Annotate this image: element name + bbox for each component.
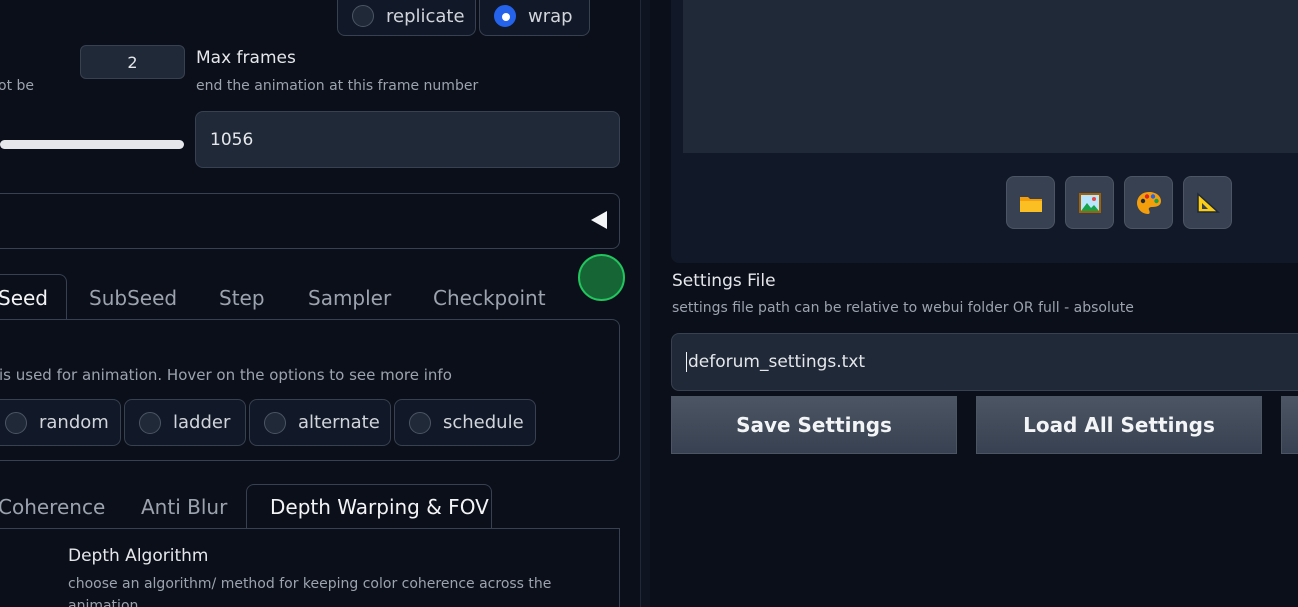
- settings-file-label: Settings File: [672, 271, 776, 291]
- send-to-img2img-button[interactable]: [1065, 176, 1114, 229]
- text-cursor: [686, 352, 687, 372]
- image-icon: [1078, 192, 1101, 213]
- tab-seed[interactable]: Seed: [0, 286, 48, 310]
- radio-replicate-label: replicate: [386, 5, 465, 27]
- radio-ladder-dot[interactable]: [139, 411, 161, 434]
- seed-steps-description: ot be: [0, 78, 35, 94]
- radio-ladder[interactable]: ladder: [124, 399, 246, 446]
- max-frames-description: end the animation at this frame number: [196, 78, 479, 94]
- settings-file-value: deforum_settings.txt: [688, 352, 866, 372]
- radio-schedule-label: schedule: [443, 412, 524, 433]
- settings-file-input[interactable]: deforum_settings.txt: [671, 333, 1298, 391]
- tab-depth-warping[interactable]: Depth Warping & FOV: [270, 495, 489, 519]
- radio-ladder-label: ladder: [173, 412, 231, 433]
- tab-sampler[interactable]: Sampler: [308, 286, 391, 310]
- radio-wrap[interactable]: wrap: [479, 0, 590, 36]
- radio-random-label: random: [39, 412, 109, 433]
- radio-schedule[interactable]: schedule: [394, 399, 536, 446]
- radio-alternate[interactable]: alternate: [249, 399, 391, 446]
- palette-icon: [1136, 191, 1161, 214]
- radio-replicate-dot[interactable]: [352, 5, 374, 27]
- seed-steps-slider[interactable]: [0, 140, 184, 149]
- radio-wrap-label: wrap: [528, 5, 573, 27]
- max-frames-label: Max frames: [196, 48, 296, 68]
- radio-schedule-dot[interactable]: [409, 411, 431, 434]
- radio-wrap-dot[interactable]: [494, 5, 516, 27]
- settings-file-description: settings file path can be relative to we…: [672, 300, 1134, 316]
- send-to-inpaint-button[interactable]: [1124, 176, 1173, 229]
- radio-alternate-dot[interactable]: [264, 411, 286, 434]
- tab-anti-blur[interactable]: Anti Blur: [141, 495, 227, 519]
- open-folder-button[interactable]: [1006, 176, 1055, 229]
- status-indicator: [578, 254, 625, 301]
- left-column: replicate wrap 2 ot be Max frames end th…: [0, 0, 640, 607]
- output-gallery: [683, 0, 1298, 153]
- load-all-settings-button[interactable]: Load All Settings: [976, 396, 1262, 454]
- radio-replicate[interactable]: replicate: [337, 0, 476, 36]
- column-divider: [640, 0, 650, 607]
- tab-step[interactable]: Step: [219, 286, 265, 310]
- send-to-extras-button[interactable]: [1183, 176, 1232, 229]
- depth-algorithm-description-cont: animation: [68, 598, 139, 607]
- depth-algorithm-label: Depth Algorithm: [68, 546, 209, 566]
- collapse-triangle-icon[interactable]: [591, 211, 607, 229]
- max-frames-input[interactable]: 1056: [195, 111, 620, 168]
- collapsible-section[interactable]: [0, 193, 620, 249]
- save-settings-button[interactable]: Save Settings: [671, 396, 957, 454]
- seed-steps-input[interactable]: 2: [80, 45, 185, 79]
- folder-icon: [1019, 196, 1042, 212]
- tab-subseed[interactable]: SubSeed: [89, 286, 177, 310]
- tab-coherence[interactable]: Coherence: [0, 495, 105, 519]
- tab-checkpoint[interactable]: Checkpoint: [433, 286, 546, 310]
- seed-behavior-description: is used for animation. Hover on the opti…: [0, 366, 452, 384]
- depth-algorithm-description: choose an algorithm/ method for keeping …: [68, 576, 552, 592]
- depth-panel: [0, 528, 620, 607]
- radio-random-dot[interactable]: [5, 411, 27, 434]
- radio-random[interactable]: random: [0, 399, 121, 446]
- radio-alternate-label: alternate: [298, 412, 380, 433]
- ruler-icon: [1196, 191, 1220, 213]
- load-video-settings-button[interactable]: [1281, 396, 1298, 454]
